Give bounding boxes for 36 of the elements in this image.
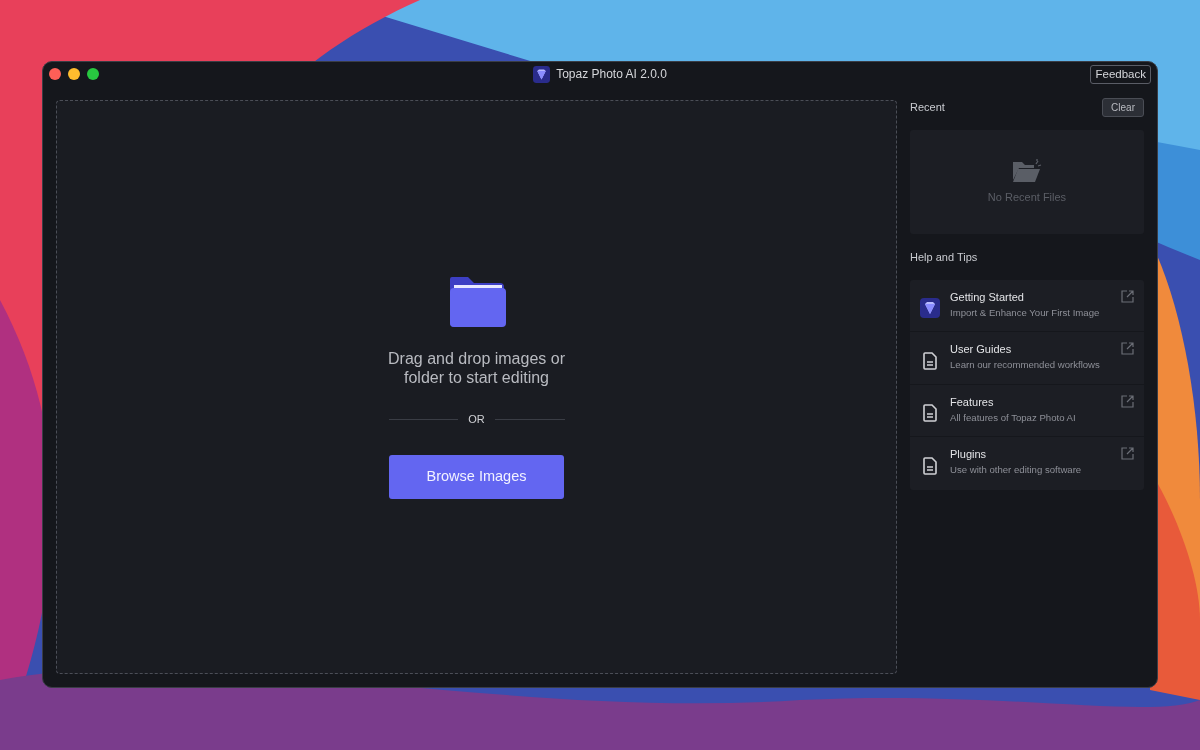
help-item[interactable]: Features All features of Topaz Photo AI (910, 384, 1144, 437)
folder-icon (447, 274, 506, 327)
minimize-button[interactable] (68, 68, 80, 80)
recent-heading: Recent (910, 100, 945, 116)
external-link-icon (1121, 289, 1134, 303)
window-title: Topaz Photo AI 2.0.0 (556, 66, 667, 83)
folder-icon (1012, 158, 1042, 183)
separator-label: OR (468, 411, 485, 427)
help-heading: Help and Tips (910, 250, 978, 265)
help-item[interactable]: Plugins Use with other editing software (910, 437, 1144, 490)
help-item-title: Features (950, 394, 995, 409)
app-logo-icon (920, 298, 940, 319)
browse-images-button[interactable]: Browse Images (389, 455, 564, 500)
external-link-icon (1121, 342, 1134, 355)
help-item[interactable]: Getting Started Import & Enhance Your First Image (910, 279, 1144, 332)
zoom-button[interactable] (87, 68, 99, 80)
help-item-description: Import & Enhance Your First Image (950, 305, 1100, 320)
help-item-title: User Guides (950, 342, 1013, 356)
external-link-icon (1121, 447, 1134, 460)
document-icon (920, 455, 940, 476)
help-item-title: Plugins (950, 447, 988, 461)
help-item-description: Learn our recommended workflows (950, 358, 1100, 372)
help-item[interactable]: User Guides Learn our recommended workflows (910, 332, 1144, 385)
help-item-description: All features of Topaz Photo AI (950, 410, 1076, 425)
drop-instructions: Drag and drop images or folder to start editing (387, 348, 566, 387)
help-item-description: Use with other editing software (950, 463, 1082, 477)
external-link-icon (1121, 394, 1134, 408)
close-button[interactable] (49, 68, 61, 80)
app-logo-icon (533, 65, 551, 83)
clear-button[interactable]: Clear (1102, 98, 1144, 117)
feedback-button[interactable]: Feedback (1090, 64, 1151, 84)
help-item-title: Getting Started (950, 289, 1025, 304)
empty-message: No Recent Files (987, 189, 1067, 205)
drop-zone[interactable]: Drag and drop images or folder to start editing OR Browse Images (56, 100, 897, 674)
document-icon (920, 350, 940, 371)
document-icon (920, 403, 940, 424)
